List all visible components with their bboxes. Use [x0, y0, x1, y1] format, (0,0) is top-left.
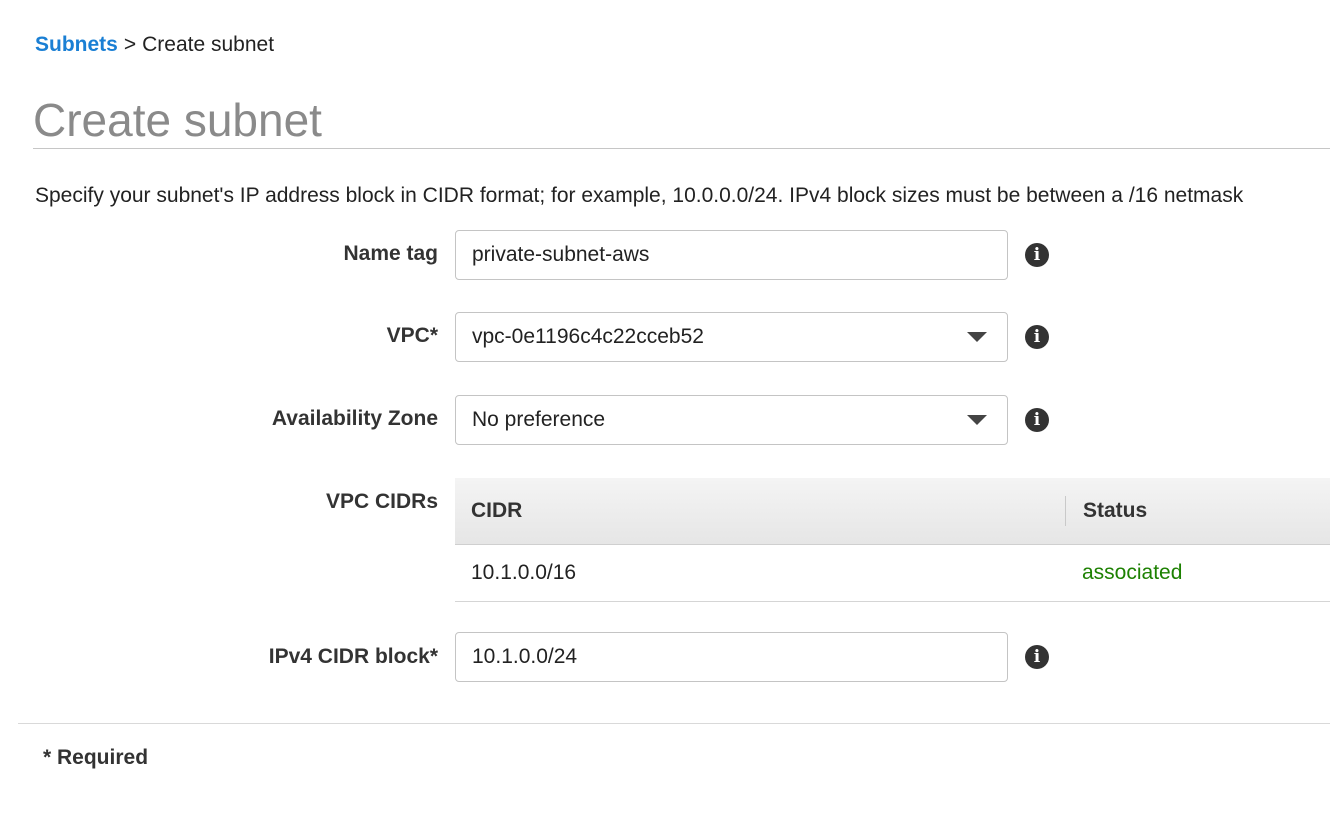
info-icon[interactable]: i: [1025, 645, 1049, 669]
page-title: Create subnet: [33, 94, 322, 146]
name-tag-label: Name tag: [343, 242, 438, 265]
footer-divider: [18, 723, 1330, 724]
create-subnet-page: Subnets > Create subnet Create subnet Spec…: [0, 0, 1330, 825]
table-row: 10.1.0.0/16 associated: [455, 545, 1330, 602]
name-tag-value: private-subnet-aws: [472, 243, 650, 266]
breadcrumb-separator: >: [123, 33, 137, 56]
ipv4-cidr-block-input[interactable]: 10.1.0.0/24: [455, 632, 1008, 682]
info-icon[interactable]: i: [1025, 325, 1049, 349]
info-icon[interactable]: i: [1025, 243, 1049, 267]
vpc-selected-value: vpc-0e1196c4c22cceb52: [472, 325, 704, 348]
name-tag-input[interactable]: private-subnet-aws: [455, 230, 1008, 280]
breadcrumb: Subnets > Create subnet: [35, 33, 274, 57]
breadcrumb-subnets-link[interactable]: Subnets: [35, 33, 118, 56]
ipv4-cidr-block-label: IPv4 CIDR block*: [268, 645, 438, 668]
title-divider: [33, 148, 1330, 149]
chevron-down-icon: [967, 332, 987, 342]
vpc-label: VPC*: [386, 324, 438, 347]
required-note: * Required: [43, 746, 149, 769]
page-description: Specify your subnet's IP address block i…: [35, 184, 1244, 207]
availability-zone-selected-value: No preference: [472, 408, 606, 431]
breadcrumb-current: Create subnet: [142, 33, 275, 56]
table-header: CIDR Status: [455, 478, 1330, 545]
vpc-cidrs-table: CIDR Status 10.1.0.0/16 associated: [455, 478, 1330, 602]
column-header-cidr: CIDR: [471, 499, 523, 522]
vpc-cidrs-label: VPC CIDRs: [325, 490, 438, 513]
availability-zone-label: Availability Zone: [271, 407, 438, 430]
info-icon[interactable]: i: [1025, 408, 1049, 432]
column-divider: [1065, 496, 1066, 526]
availability-zone-select[interactable]: No preference: [455, 395, 1008, 445]
chevron-down-icon: [967, 415, 987, 425]
vpc-select[interactable]: vpc-0e1196c4c22cceb52: [455, 312, 1008, 362]
cidr-cell: 10.1.0.0/16: [471, 561, 577, 584]
ipv4-cidr-block-value: 10.1.0.0/24: [472, 645, 578, 668]
status-cell: associated: [1082, 561, 1183, 584]
column-header-status: Status: [1083, 499, 1148, 522]
